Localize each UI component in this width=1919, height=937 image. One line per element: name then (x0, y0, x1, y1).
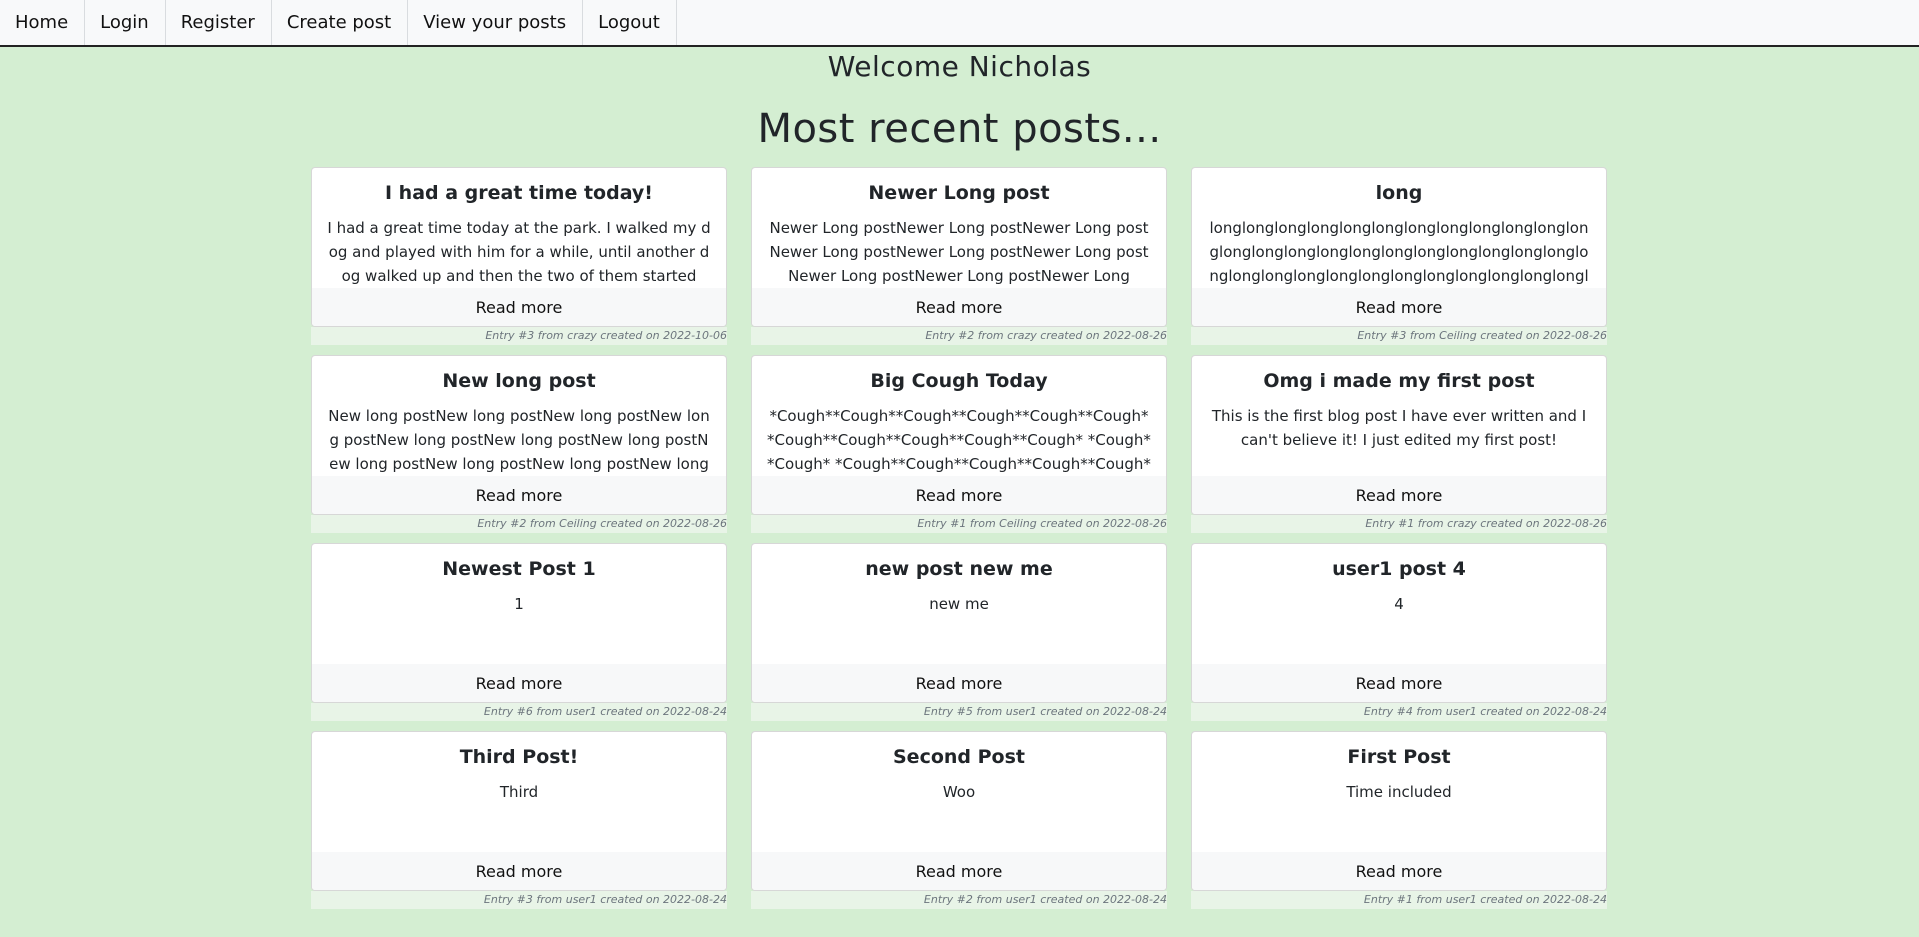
post-item: I had a great time today! I had a great … (311, 167, 727, 345)
post-excerpt: Third (499, 783, 539, 801)
post-excerpt: longlonglonglonglonglonglonglonglonglong… (1209, 219, 1589, 285)
read-more-button[interactable]: Read more (752, 476, 1166, 514)
post-item: Second Post Woo Read more Entry #2 from … (751, 731, 1167, 909)
post-item: new post new me new me Read more Entry #… (751, 543, 1167, 721)
nav-view-posts-link[interactable]: View your posts (408, 0, 584, 45)
post-card: Newest Post 1 1 Read more (311, 543, 727, 703)
post-meta: Entry #1 from crazy created on 2022-08-2… (1191, 515, 1607, 533)
post-title: Second Post (893, 746, 1025, 768)
read-more-button[interactable]: Read more (312, 288, 726, 326)
post-card: Second Post Woo Read more (751, 731, 1167, 891)
post-title: Big Cough Today (870, 370, 1048, 392)
post-title: user1 post 4 (1332, 558, 1466, 580)
post-excerpt: This is the first blog post I have ever … (1211, 407, 1587, 449)
post-card: long longlonglonglonglonglonglonglonglon… (1191, 167, 1607, 327)
post-item: long longlonglonglonglonglonglonglonglon… (1191, 167, 1607, 345)
nav-logout-link[interactable]: Logout (583, 0, 677, 45)
read-more-button[interactable]: Read more (752, 664, 1166, 702)
post-card: I had a great time today! I had a great … (311, 167, 727, 327)
post-meta: Entry #2 from crazy created on 2022-08-2… (751, 327, 1167, 345)
post-title: long (1375, 182, 1423, 204)
post-card: new post new me new me Read more (751, 543, 1167, 703)
post-item: Newer Long post Newer Long postNewer Lon… (751, 167, 1167, 345)
nav-home-link[interactable]: Home (0, 0, 86, 45)
read-more-button[interactable]: Read more (1192, 852, 1606, 890)
post-card: Third Post! Third Read more (311, 731, 727, 891)
post-meta: Entry #3 from user1 created on 2022-08-2… (311, 891, 727, 909)
page-title: Most recent posts... (757, 106, 1162, 152)
post-title: Newest Post 1 (442, 558, 596, 580)
post-card: Omg i made my first post This is the fir… (1191, 355, 1607, 515)
post-meta: Entry #3 from crazy created on 2022-10-0… (311, 327, 727, 345)
post-card: Newer Long post Newer Long postNewer Lon… (751, 167, 1167, 327)
post-meta: Entry #5 from user1 created on 2022-08-2… (751, 703, 1167, 721)
post-meta: Entry #4 from user1 created on 2022-08-2… (1191, 703, 1607, 721)
nav-register-link[interactable]: Register (166, 0, 272, 45)
read-more-button[interactable]: Read more (752, 288, 1166, 326)
post-item: user1 post 4 4 Read more Entry #4 from u… (1191, 543, 1607, 721)
navbar: Home Login Register Create post View you… (0, 0, 1919, 47)
post-excerpt: 4 (1394, 595, 1404, 613)
read-more-button[interactable]: Read more (312, 664, 726, 702)
post-item: Third Post! Third Read more Entry #3 fro… (311, 731, 727, 909)
nav-create-post-link[interactable]: Create post (272, 0, 409, 45)
post-title: Third Post! (459, 746, 579, 768)
welcome-message: Welcome Nicholas (827, 50, 1092, 83)
post-card: user1 post 4 4 Read more (1191, 543, 1607, 703)
post-item: Omg i made my first post This is the fir… (1191, 355, 1607, 533)
post-excerpt: 1 (514, 595, 524, 613)
post-item: Big Cough Today *Cough**Cough**Cough**Co… (751, 355, 1167, 533)
read-more-button[interactable]: Read more (312, 852, 726, 890)
post-card: New long post New long postNew long post… (311, 355, 727, 515)
post-title: Omg i made my first post (1263, 370, 1535, 392)
post-card: First Post Time included Read more (1191, 731, 1607, 891)
post-meta: Entry #6 from user1 created on 2022-08-2… (311, 703, 727, 721)
read-more-button[interactable]: Read more (752, 852, 1166, 890)
post-title: First Post (1347, 746, 1451, 768)
post-title: I had a great time today! (385, 182, 653, 204)
post-meta: Entry #1 from Ceiling created on 2022-08… (751, 515, 1167, 533)
post-excerpt: I had a great time today at the park. I … (327, 219, 711, 285)
post-item: First Post Time included Read more Entry… (1191, 731, 1607, 909)
post-item: New long post New long postNew long post… (311, 355, 727, 533)
post-title: New long post (442, 370, 596, 392)
read-more-button[interactable]: Read more (312, 476, 726, 514)
post-meta: Entry #2 from user1 created on 2022-08-2… (751, 891, 1167, 909)
post-meta: Entry #1 from user1 created on 2022-08-2… (1191, 891, 1607, 909)
read-more-button[interactable]: Read more (1192, 288, 1606, 326)
read-more-button[interactable]: Read more (1192, 476, 1606, 514)
post-title: Newer Long post (868, 182, 1050, 204)
post-meta: Entry #2 from Ceiling created on 2022-08… (311, 515, 727, 533)
post-meta: Entry #3 from Ceiling created on 2022-08… (1191, 327, 1607, 345)
post-title: new post new me (865, 558, 1053, 580)
post-card: Big Cough Today *Cough**Cough**Cough**Co… (751, 355, 1167, 515)
post-item: Newest Post 1 1 Read more Entry #6 from … (311, 543, 727, 721)
post-excerpt: Newer Long postNewer Long postNewer Long… (769, 219, 1149, 285)
post-excerpt: Woo (942, 783, 976, 801)
nav-login-link[interactable]: Login (85, 0, 166, 45)
posts-grid: I had a great time today! I had a great … (311, 167, 1607, 909)
read-more-button[interactable]: Read more (1192, 664, 1606, 702)
post-excerpt: *Cough**Cough**Cough**Cough**Cough**Coug… (767, 407, 1151, 473)
post-excerpt: Time included (1346, 783, 1452, 801)
post-excerpt: New long postNew long postNew long postN… (328, 407, 710, 473)
post-excerpt: new me (929, 595, 989, 613)
